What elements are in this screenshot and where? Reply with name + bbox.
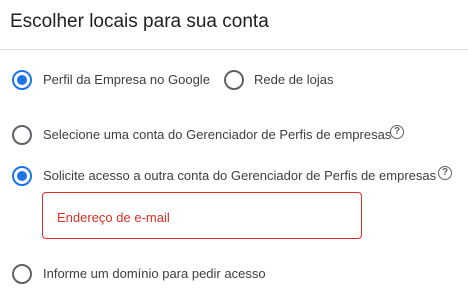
- radio-label-business-profile[interactable]: Perfil da Empresa no Google: [43, 72, 210, 88]
- radio-label-store-chain[interactable]: Rede de lojas: [254, 72, 334, 88]
- help-circle-icon[interactable]: ?: [390, 125, 404, 139]
- radio-enter-domain[interactable]: [12, 264, 32, 284]
- help-circle-icon[interactable]: ?: [438, 166, 452, 180]
- choose-locations-dialog: Escolher locais para sua conta Perfil da…: [0, 0, 468, 291]
- email-input[interactable]: [57, 208, 347, 226]
- radio-label-select-manager-account[interactable]: Selecione uma conta do Gerenciador de Pe…: [43, 127, 391, 143]
- dialog-header: Escolher locais para sua conta: [0, 0, 468, 50]
- radio-business-profile[interactable]: [12, 70, 32, 90]
- radio-label-enter-domain[interactable]: Informe um domínio para pedir acesso: [43, 266, 266, 282]
- radio-store-chain[interactable]: [224, 70, 244, 90]
- radio-label-request-access-other-account[interactable]: Solicite acesso a outra conta do Gerenci…: [43, 168, 436, 184]
- dialog-title: Escolher locais para sua conta: [10, 11, 269, 32]
- email-field[interactable]: [42, 192, 362, 239]
- radio-select-manager-account[interactable]: [12, 125, 32, 145]
- radio-request-access-other-account[interactable]: [12, 166, 32, 186]
